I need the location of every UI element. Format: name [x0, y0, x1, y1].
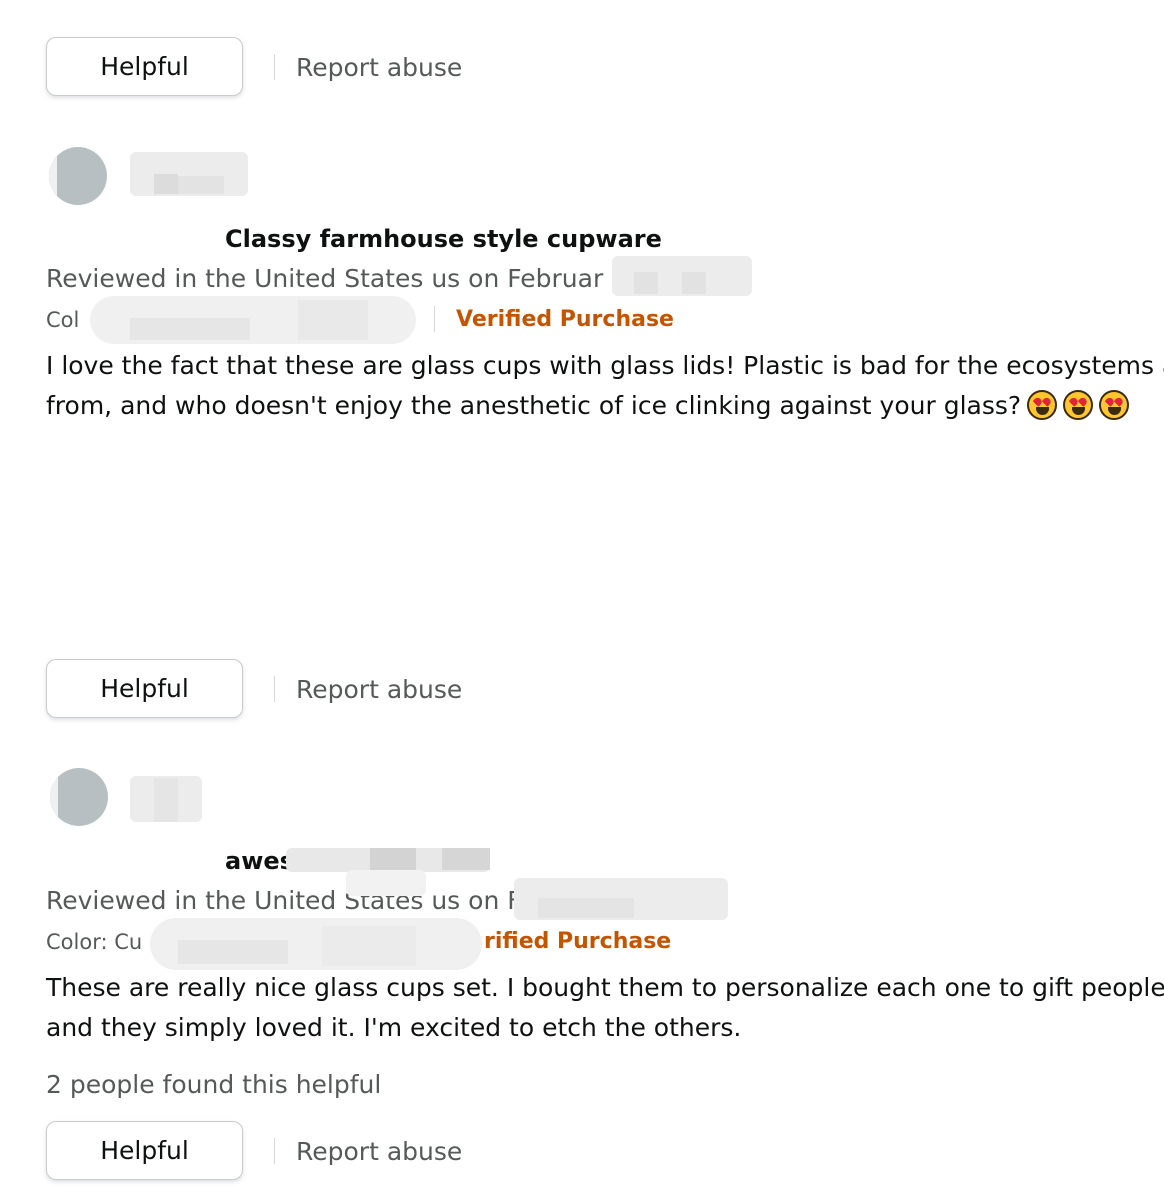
blur-block — [322, 926, 416, 966]
blur-block — [130, 318, 250, 340]
review-title[interactable]: Classy farmhouse style cupware — [225, 227, 662, 251]
review-body-text: from, and who doesn't enjoy the anesthet… — [46, 391, 1022, 420]
blur-block — [682, 272, 706, 294]
helpful-button[interactable]: Helpful — [46, 659, 243, 718]
blur-block — [154, 778, 178, 822]
reviewer-avatar — [50, 768, 108, 826]
blur-block — [370, 848, 416, 870]
blur-block — [298, 300, 368, 340]
blur-block — [178, 176, 224, 194]
helpful-button-label: Helpful — [100, 674, 189, 703]
review-body-line: These are really nice glass cups set. I … — [46, 973, 1164, 1002]
review-date: Reviewed in the United States us on Febr… — [46, 264, 604, 293]
blur-block — [634, 272, 658, 294]
review-title[interactable]: awes — [225, 849, 294, 873]
review-body-line: from, and who doesn't enjoy the anesthet… — [46, 386, 1130, 426]
report-abuse-link[interactable]: Report abuse — [296, 1139, 462, 1164]
heart-eyes-emoji-icon — [1063, 390, 1094, 420]
action-divider — [274, 676, 275, 702]
review-body-line: I love the fact that these are glass cup… — [46, 351, 1164, 380]
report-abuse-link[interactable]: Report abuse — [296, 55, 462, 80]
heart-eyes-emoji-icon — [1099, 390, 1130, 420]
review-date: Reviewed in the United States us on F — [46, 886, 522, 915]
helpful-button-label: Helpful — [100, 1136, 189, 1165]
reviewer-avatar — [49, 147, 107, 205]
helpful-count-text: 2 people found this helpful — [46, 1070, 382, 1099]
verified-purchase-badge: Verified Purchase — [456, 307, 674, 332]
action-divider — [274, 54, 275, 80]
helpful-button-label: Helpful — [100, 52, 189, 81]
blur-block — [538, 898, 634, 918]
report-abuse-link[interactable]: Report abuse — [296, 677, 462, 702]
review-variant: Col — [46, 308, 80, 332]
blur-block — [178, 940, 288, 964]
review-variant: Color: Cu — [46, 930, 143, 954]
helpful-button[interactable]: Helpful — [46, 37, 243, 96]
blur-block — [346, 870, 426, 896]
action-divider — [274, 1138, 275, 1164]
blur-block — [154, 174, 178, 194]
helpful-button[interactable]: Helpful — [46, 1121, 243, 1180]
blur-block — [442, 848, 490, 870]
heart-eyes-emoji-icon — [1027, 390, 1058, 420]
review-body-line: and they simply loved it. I'm excited to… — [46, 1013, 742, 1042]
verified-purchase-badge: rified Purchase — [484, 929, 672, 954]
verified-divider — [434, 306, 435, 332]
